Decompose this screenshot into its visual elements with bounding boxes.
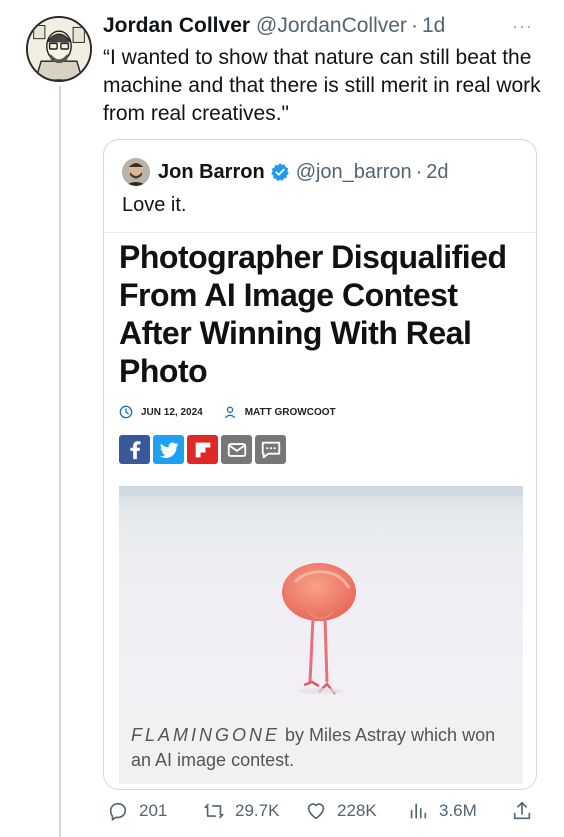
envelope-icon [227, 442, 246, 457]
tweet-age[interactable]: 1d [422, 14, 445, 38]
clock-icon [119, 405, 133, 419]
quote-text: Love it. [122, 194, 187, 216]
analytics-bars-icon [410, 803, 427, 819]
reply-button[interactable]: 201 [107, 800, 167, 822]
share-upload-icon [513, 801, 531, 820]
view-count: 3.6M [439, 801, 477, 820]
article-meta: JUN 12, 2024 MATT GROWCOOT [119, 405, 336, 419]
user-icon [224, 406, 235, 419]
like-button[interactable]: 228K [305, 800, 377, 822]
article-photo[interactable] [119, 486, 523, 711]
quote-header: Jon Barron @jon_barron · 2d [122, 156, 449, 188]
article-date: JUN 12, 2024 [141, 406, 203, 418]
facebook-icon [129, 440, 140, 459]
twitter-share-button[interactable] [153, 435, 184, 464]
more-options-icon[interactable]: ··· [512, 16, 560, 37]
twitter-bird-icon [159, 442, 178, 458]
reply-icon [109, 802, 127, 821]
header-separator: · [410, 14, 418, 37]
quote-age[interactable]: 2d [426, 161, 448, 184]
quote-avatar-illustration [122, 158, 150, 186]
retweet-button[interactable]: 29.7K [203, 800, 279, 822]
retweet-count: 29.7K [235, 801, 280, 820]
views-button[interactable]: 3.6M [407, 800, 477, 822]
article-author[interactable]: MATT GROWCOOT [245, 407, 336, 418]
flipboard-icon [195, 442, 210, 457]
quote-tweet-card[interactable]: Jon Barron @jon_barron · 2d Love it. Pho… [103, 139, 537, 790]
quote-author-handle[interactable]: @jon_barron [296, 161, 412, 184]
comment-share-button[interactable] [255, 435, 286, 464]
author-avatar[interactable] [26, 16, 92, 82]
tweet-actions: 201 29.7K 228K 3.6M [103, 800, 543, 830]
retweet-icon [204, 803, 224, 819]
author-handle[interactable]: @JordanCollver [256, 14, 407, 38]
email-share-button[interactable] [221, 435, 252, 464]
quote-separator: · [415, 160, 423, 183]
flipboard-share-button[interactable] [187, 435, 218, 464]
facebook-share-button[interactable] [119, 435, 150, 464]
article-preview[interactable]: Photographer Disqualified From AI Image … [104, 232, 536, 789]
speech-bubble-icon [261, 441, 280, 458]
photo-caption: FLAMINGONE by Miles Astray which won an … [119, 711, 523, 784]
reply-count: 201 [139, 801, 168, 820]
share-buttons [119, 435, 286, 464]
article-headline: Photographer Disqualified From AI Image … [119, 239, 507, 389]
author-name[interactable]: Jordan Collver [103, 14, 250, 38]
like-count: 228K [337, 801, 377, 820]
thread-line [59, 86, 61, 837]
share-button[interactable] [511, 800, 543, 822]
tweet-text: “I wanted to show that nature can still … [103, 46, 541, 125]
quote-author-avatar[interactable] [122, 158, 150, 186]
flamingo-photo-illustration [119, 486, 523, 711]
author-avatar-illustration [28, 18, 90, 80]
verified-badge-icon [270, 163, 289, 182]
heart-icon [307, 803, 325, 820]
caption-title: FLAMINGONE [131, 725, 281, 745]
tweet-header: Jordan Collver @JordanCollver · 1d [103, 12, 544, 40]
quote-author-name[interactable]: Jon Barron [158, 161, 265, 184]
